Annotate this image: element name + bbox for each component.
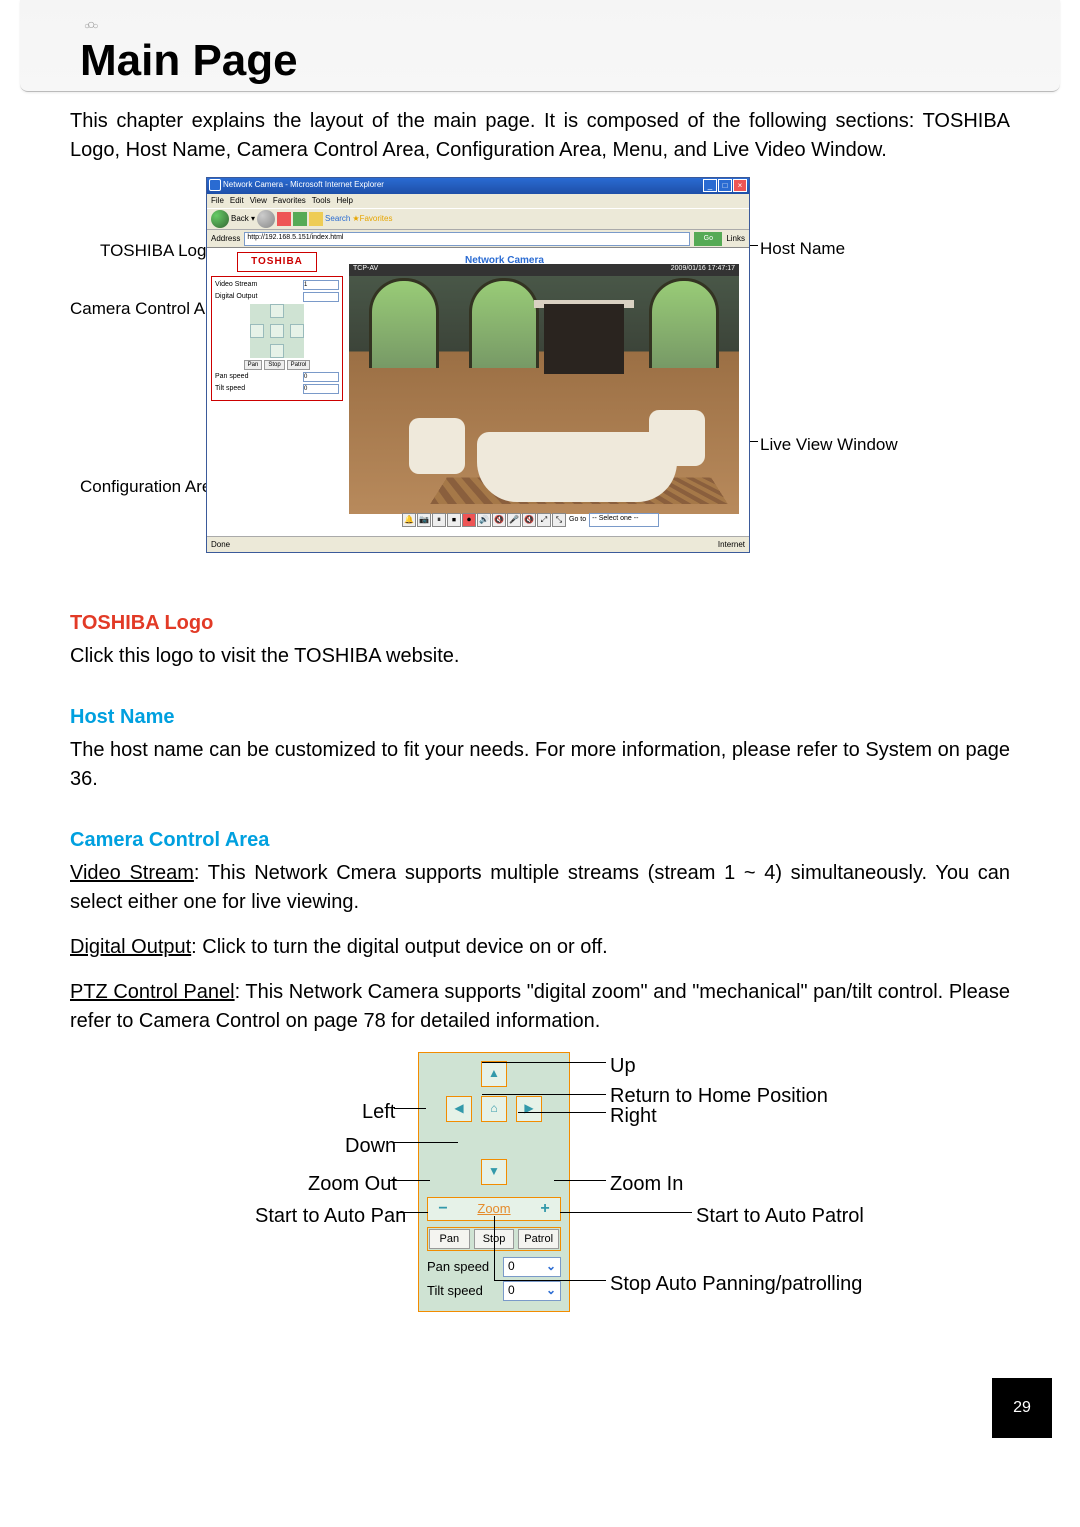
- tb-btn[interactable]: ⤡: [552, 513, 566, 527]
- label-up: Up: [610, 1052, 636, 1081]
- intro-paragraph: This chapter explains the layout of the …: [70, 107, 1010, 165]
- page-header: ○○○ Main Page: [20, 0, 1060, 92]
- tilt-speed-select[interactable]: 0⌄: [503, 1281, 561, 1301]
- live-video-window[interactable]: TCP-AV2009/01/16 17:47:17: [349, 264, 739, 514]
- camera-control-panel: Video Stream1 Digital Output Pan: [211, 276, 343, 401]
- ptz-left-button[interactable]: [250, 324, 264, 338]
- label-right: Right: [610, 1102, 657, 1131]
- tb-btn[interactable]: ⏸: [432, 513, 446, 527]
- auto-patrol-button[interactable]: Patrol: [518, 1229, 559, 1249]
- goto-select[interactable]: -- Select one --: [589, 513, 659, 527]
- ptz-up-button[interactable]: [270, 304, 284, 318]
- maximize-button[interactable]: □: [718, 179, 732, 192]
- status-done: Done: [211, 539, 230, 551]
- label-down: Down: [345, 1132, 396, 1161]
- ptz-dpad: [250, 304, 304, 358]
- section-toshiba-logo-heading: TOSHIBA Logo: [70, 609, 1010, 638]
- section-host-name-heading: Host Name: [70, 703, 1010, 732]
- home-icon[interactable]: [309, 212, 323, 226]
- section-host-name-text: The host name can be customized to fit y…: [70, 736, 1010, 794]
- page-footer: 29: [0, 1368, 1080, 1438]
- pan-speed-label: Pan speed: [427, 1258, 497, 1277]
- tilt-speed-select[interactable]: 0: [303, 384, 339, 394]
- label-stop-auto: Stop Auto Panning/patrolling: [610, 1270, 862, 1299]
- figure-main-layout: TOSHIBA Logo Camera Control Area Configu…: [70, 177, 1010, 577]
- address-input[interactable]: http://192.168.5.151/index.html: [244, 232, 690, 246]
- browser-toolbar[interactable]: Back ▾ Search ★Favorites: [207, 208, 749, 230]
- ptz-down-button[interactable]: [270, 344, 284, 358]
- minimize-button[interactable]: _: [703, 179, 717, 192]
- label-auto-patrol: Start to Auto Patrol: [696, 1202, 864, 1231]
- chevron-down-icon: ⌄: [546, 1282, 556, 1299]
- callout-host-name: Host Name: [760, 237, 845, 262]
- digital-output-toggle[interactable]: [303, 292, 339, 302]
- refresh-icon[interactable]: [293, 212, 307, 226]
- page-number: 29: [992, 1378, 1052, 1438]
- ptz-left-button[interactable]: ◀: [446, 1096, 472, 1122]
- ptz-down-button[interactable]: ▼: [481, 1159, 507, 1185]
- window-titlebar: Network Camera - Microsoft Internet Expl…: [207, 178, 749, 194]
- tb-btn[interactable]: 📷: [417, 513, 431, 527]
- tb-btn[interactable]: 🎤: [507, 513, 521, 527]
- forward-button-icon[interactable]: [257, 210, 275, 228]
- toshiba-logo[interactable]: TOSHIBA: [237, 252, 317, 272]
- tb-btn[interactable]: ⤢: [537, 513, 551, 527]
- figure-ptz-panel: ▲ ◀ ⌂ ▶ ▼ − Zoom + Pan Stop Patrol P: [70, 1052, 1010, 1332]
- address-bar: Address http://192.168.5.151/index.html …: [207, 230, 749, 248]
- label-zoom-in: Zoom In: [610, 1170, 683, 1199]
- section-toshiba-logo-text: Click this logo to visit the TOSHIBA web…: [70, 642, 1010, 671]
- label-zoom-out: Zoom Out: [308, 1170, 397, 1199]
- chevron-down-icon: ⌄: [546, 1258, 556, 1275]
- status-zone: Internet: [718, 539, 745, 551]
- tb-btn[interactable]: 🔇: [492, 513, 506, 527]
- video-stream-select[interactable]: 1: [303, 280, 339, 290]
- stop-button[interactable]: Stop: [264, 360, 284, 370]
- address-label: Address: [211, 233, 240, 245]
- window-title: Network Camera - Microsoft Internet Expl…: [223, 179, 384, 191]
- callout-toshiba-logo: TOSHIBA Logo: [100, 239, 216, 264]
- tb-btn[interactable]: 🔔: [402, 513, 416, 527]
- tb-btn[interactable]: 🔊: [477, 513, 491, 527]
- decorative-dots: ○○○: [84, 16, 96, 32]
- callout-live-view: Live View Window: [760, 433, 898, 458]
- close-button[interactable]: ×: [733, 179, 747, 192]
- patrol-button[interactable]: Patrol: [287, 360, 311, 370]
- tb-btn[interactable]: 🔇: [522, 513, 536, 527]
- ptz-right-button[interactable]: [290, 324, 304, 338]
- ptz-home-button[interactable]: [270, 324, 284, 338]
- auto-pan-button[interactable]: Pan: [429, 1229, 470, 1249]
- pan-speed-select[interactable]: 0⌄: [503, 1257, 561, 1277]
- zoom-in-button[interactable]: +: [530, 1197, 560, 1220]
- browser-window: Network Camera - Microsoft Internet Expl…: [206, 177, 750, 553]
- section-cca-heading: Camera Control Area: [70, 826, 1010, 855]
- stop-icon[interactable]: [277, 212, 291, 226]
- back-button-icon[interactable]: [211, 210, 229, 228]
- ie-icon: [209, 179, 221, 191]
- links-label[interactable]: Links: [726, 233, 745, 245]
- browser-menubar[interactable]: FileEditViewFavoritesToolsHelp: [207, 194, 749, 208]
- label-left: Left: [362, 1098, 395, 1127]
- section-cca-digital-output: Digital Output: Click to turn the digita…: [70, 933, 1010, 962]
- video-toolbar: 🔔 📷 ⏸ ⏹ ⏺ 🔊 🔇 🎤 🔇 ⤢ ⤡ Go to -- Select on…: [402, 512, 659, 528]
- ptz-right-button[interactable]: ▶: [516, 1096, 542, 1122]
- label-auto-pan: Start to Auto Pan: [255, 1202, 406, 1231]
- ptz-home-button[interactable]: ⌂: [481, 1096, 507, 1122]
- tb-btn[interactable]: ⏹: [447, 513, 461, 527]
- page-title: Main Page: [80, 10, 1040, 86]
- callout-config-area: Configuration Area: [80, 475, 221, 500]
- tilt-speed-label: Tilt speed: [427, 1282, 497, 1301]
- tb-btn[interactable]: ⏺: [462, 513, 476, 527]
- section-cca-video-stream: Video Stream: This Network Cmera support…: [70, 859, 1010, 917]
- go-button[interactable]: Go: [694, 232, 722, 246]
- section-cca-ptz: PTZ Control Panel: This Network Camera s…: [70, 978, 1010, 1036]
- pan-speed-select[interactable]: 0: [303, 372, 339, 382]
- ptz-up-button[interactable]: ▲: [481, 1061, 507, 1087]
- zoom-out-button[interactable]: −: [428, 1197, 458, 1220]
- pan-button[interactable]: Pan: [244, 360, 263, 370]
